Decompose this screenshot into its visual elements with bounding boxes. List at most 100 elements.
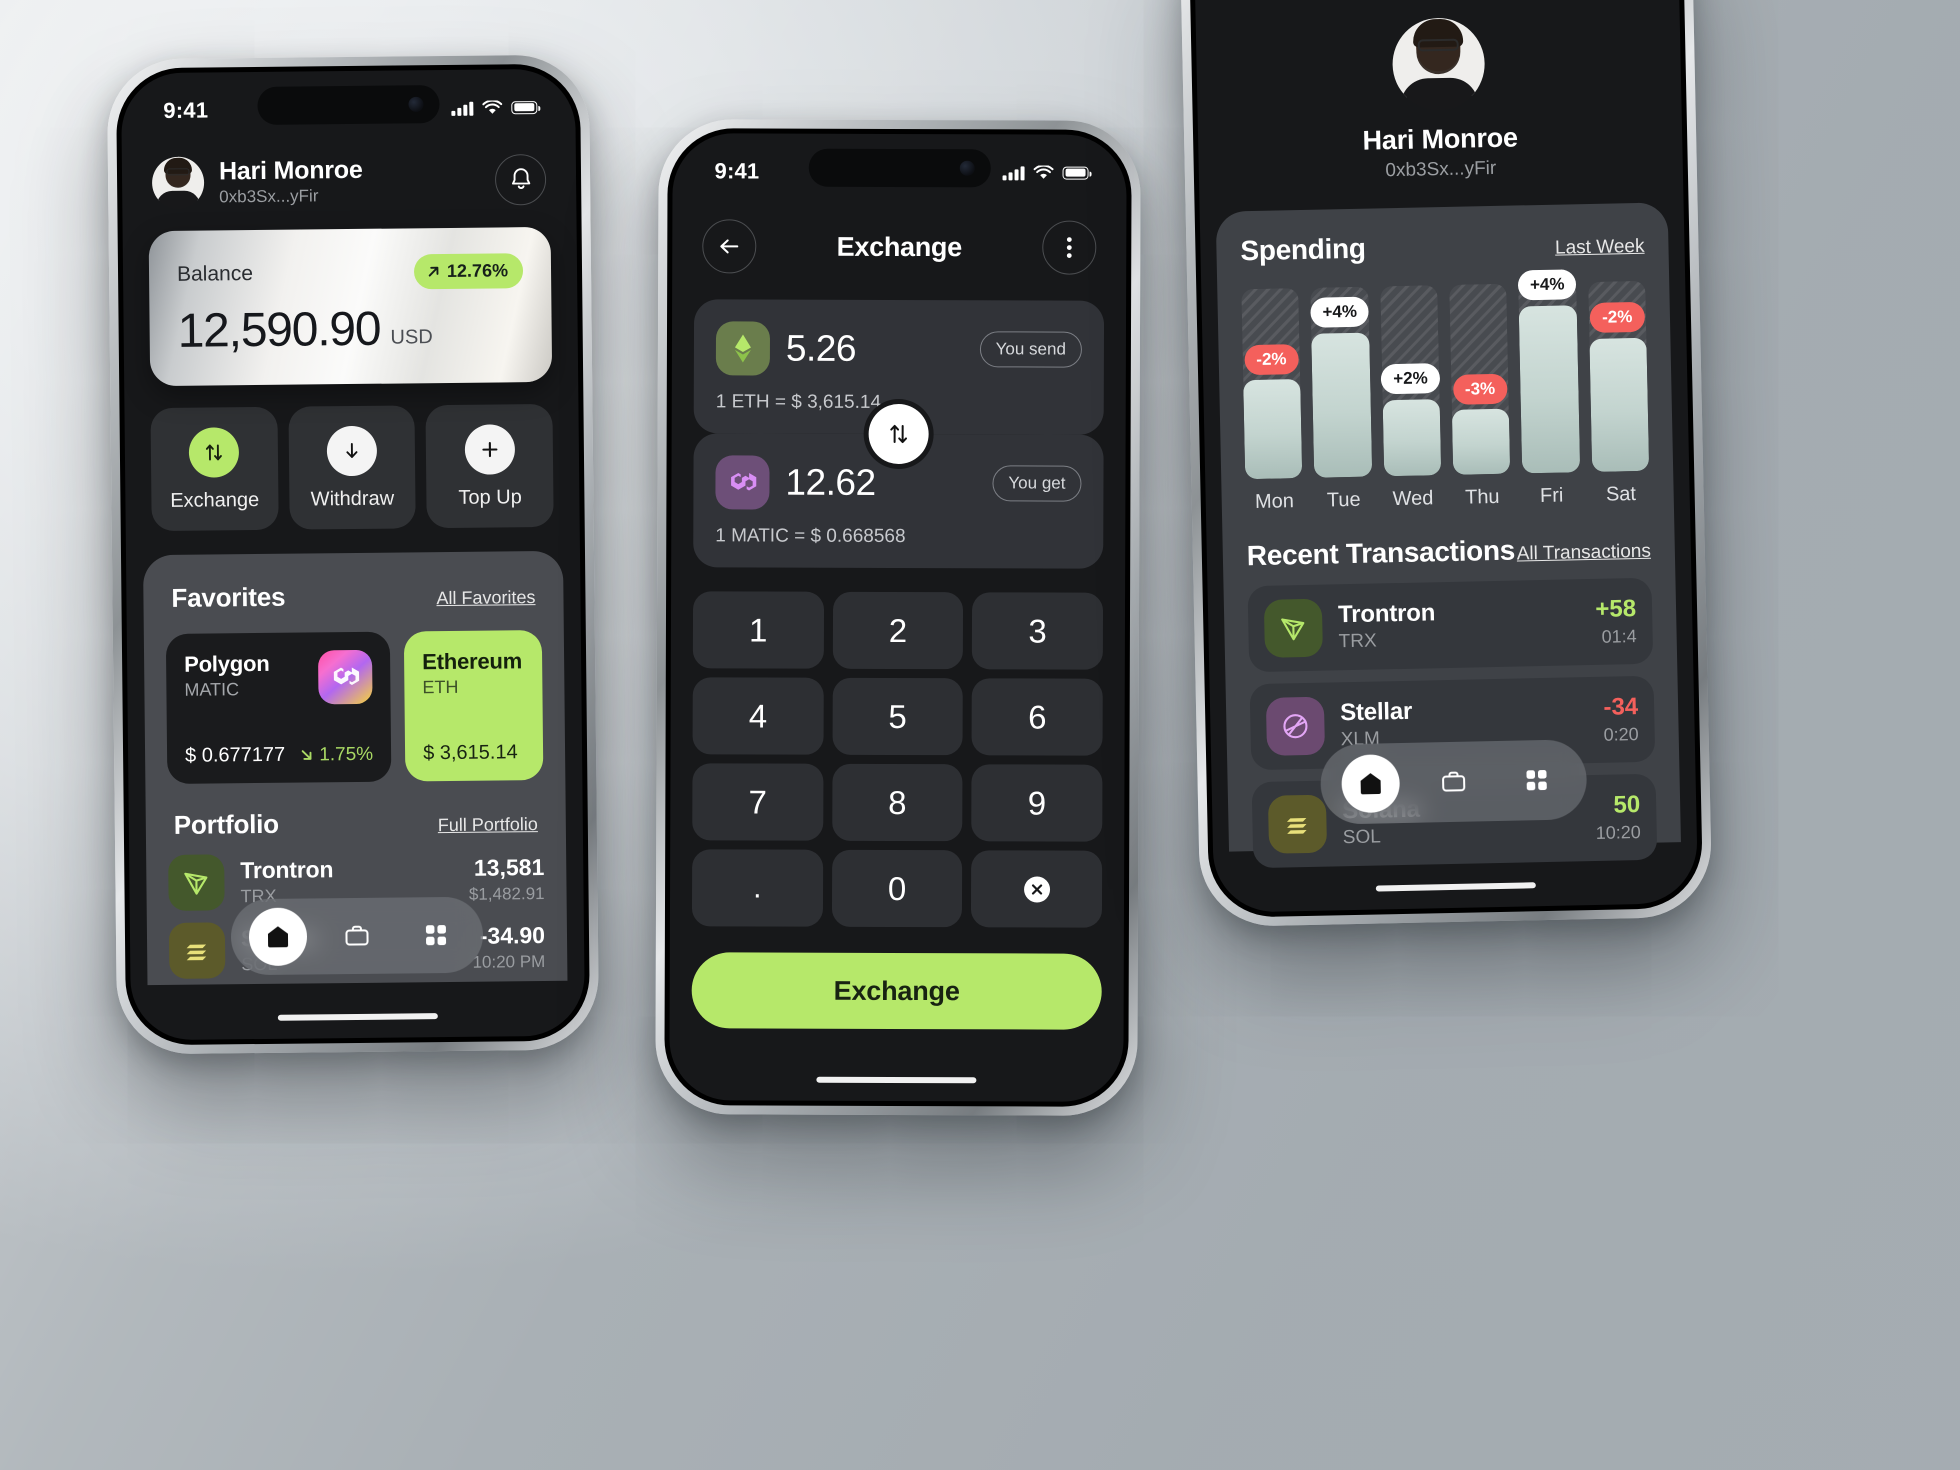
backspace-icon (1023, 875, 1050, 902)
favorite-card-ethereum[interactable]: Ethereum ETH $ 3,615.14 (403, 630, 544, 782)
arrow-left-icon (720, 239, 739, 254)
avatar (151, 156, 205, 210)
transaction-time: 0:20 (1603, 724, 1639, 745)
send-amount: 5.26 (785, 327, 857, 369)
transactions-list: Trontron TRX +58 01:4 Stellar XLM -34 0:… (1247, 577, 1658, 869)
action-topup[interactable]: Top Up (425, 403, 554, 529)
spending-bar-badge: +4% (1310, 296, 1370, 328)
tab-home[interactable] (249, 907, 308, 967)
favorite-delta: 1.75% (299, 743, 373, 766)
spending-bar-badge: +2% (1380, 363, 1441, 395)
home-indicator (1375, 882, 1536, 892)
battery-full-icon (1062, 166, 1089, 180)
tab-apps[interactable] (1507, 751, 1566, 810)
briefcase-icon (345, 925, 369, 946)
spending-period-link[interactable]: Last Week (1555, 236, 1645, 260)
key-4[interactable]: 4 (692, 677, 824, 755)
key-0[interactable]: 0 (831, 849, 963, 928)
numeric-keypad: 1 2 3 4 5 6 7 8 9 . 0 (691, 591, 1104, 928)
portfolio-title: Portfolio (173, 808, 280, 840)
status-bar: 9:41 (672, 133, 1126, 197)
tab-apps[interactable] (406, 906, 465, 965)
favorite-card-polygon[interactable]: Polygon MATIC $ 0.677177 1.75% (165, 631, 392, 784)
portfolio-name: Trontron (240, 856, 334, 884)
key-3[interactable]: 3 (972, 592, 1104, 670)
transaction-amount: -34 (1603, 693, 1639, 721)
transaction-amount: 50 (1613, 791, 1641, 819)
spending-title: Spending (1240, 232, 1366, 267)
exchange-submit-button[interactable]: Exchange (691, 952, 1102, 1030)
tab-wallet[interactable] (1424, 752, 1483, 811)
all-favorites-link[interactable]: All Favorites (436, 587, 535, 609)
solana-logo-icon (168, 922, 226, 979)
plus-icon (464, 424, 515, 475)
spending-day-label: Sat (1605, 483, 1637, 506)
user-profile[interactable]: Hari Monroe 0xb3Sx...yFir (151, 155, 363, 210)
key-backspace[interactable] (971, 850, 1103, 928)
key-1[interactable]: 1 (692, 591, 824, 669)
balance-amount: 12,590.90 (177, 302, 381, 358)
portfolio-sub: 10:20 PM (472, 952, 546, 972)
favorites-list: Polygon MATIC $ 0.677177 1.75% Ethereum … (165, 630, 544, 784)
favorite-ticker: MATIC (184, 679, 240, 700)
favorite-price: $ 3,615.14 (423, 741, 518, 765)
action-withdraw[interactable]: Withdraw (288, 405, 417, 530)
balance-label: Balance (176, 261, 254, 286)
favorite-delta-value: 1.75% (319, 743, 374, 765)
spending-bar-chart: -2% +4% +2% -3% +4% -2% (1241, 269, 1650, 480)
spending-bar-column: -2% (1587, 280, 1650, 472)
arrow-down-icon (326, 425, 378, 477)
portfolio-amount: 13,581 (473, 854, 545, 881)
balance-change-value: 12.76% (446, 260, 509, 281)
spending-bar-column: +4% (1310, 286, 1372, 478)
page-title: Exchange (836, 231, 962, 262)
favorite-price: $ 0.677177 (184, 743, 286, 767)
key-decimal[interactable]: . (691, 849, 823, 927)
tab-home[interactable] (1340, 754, 1400, 814)
tab-wallet[interactable] (328, 907, 387, 966)
bottom-tabbar (230, 896, 484, 976)
swap-direction-button[interactable] (868, 403, 929, 465)
status-bar: 9:41 (121, 69, 576, 136)
stellar-logo-icon (1265, 696, 1326, 756)
all-transactions-link[interactable]: All Transactions (1517, 541, 1652, 566)
full-portfolio-link[interactable]: Full Portfolio (438, 814, 538, 836)
transaction-amount: +58 (1595, 595, 1637, 623)
more-vertical-icon (1066, 237, 1072, 258)
phone-stats: Hari Monroe 0xb3Sx...yFir Spending Last … (1179, 0, 1713, 928)
key-6[interactable]: 6 (971, 678, 1103, 756)
more-options-button[interactable] (1042, 220, 1097, 275)
spending-bar-fill (1519, 305, 1580, 474)
status-time: 9:41 (714, 158, 760, 184)
action-exchange-label: Exchange (170, 488, 260, 512)
key-9[interactable]: 9 (971, 764, 1103, 842)
spending-day-label: Mon (1254, 490, 1295, 514)
wifi-icon (1033, 164, 1054, 179)
key-7[interactable]: 7 (692, 763, 824, 841)
arrow-down-right-icon (301, 750, 312, 760)
key-5[interactable]: 5 (832, 677, 964, 756)
user-name: Hari Monroe (218, 155, 363, 186)
spending-bar-fill (1451, 409, 1511, 475)
transaction-time: 01:4 (1601, 626, 1637, 647)
back-button[interactable] (702, 219, 757, 274)
favorite-ticker: ETH (422, 676, 459, 698)
spending-bar-track (1241, 288, 1303, 480)
wifi-icon (482, 99, 503, 114)
transaction-name: Stellar (1339, 697, 1413, 727)
key-2[interactable]: 2 (832, 591, 964, 670)
balance-card[interactable]: Balance 12.76% 12,590.90 USD (148, 226, 553, 387)
action-exchange[interactable]: Exchange (150, 406, 279, 532)
transactions-title: Recent Transactions (1246, 534, 1516, 572)
spending-bar-fill (1243, 379, 1303, 480)
transaction-row[interactable]: Trontron TRX +58 01:4 (1247, 577, 1654, 673)
favorite-name: Polygon (184, 650, 270, 677)
briefcase-icon (1442, 771, 1466, 792)
quick-actions: Exchange Withdraw Top Up (150, 403, 554, 532)
spending-bar-badge: -2% (1589, 302, 1645, 334)
key-8[interactable]: 8 (831, 763, 963, 842)
stats-profile[interactable]: Hari Monroe 0xb3Sx...yFir (1196, 13, 1683, 186)
exchange-arrows-icon (188, 427, 240, 478)
notifications-button[interactable] (494, 153, 547, 205)
solana-logo-icon (1267, 794, 1328, 854)
